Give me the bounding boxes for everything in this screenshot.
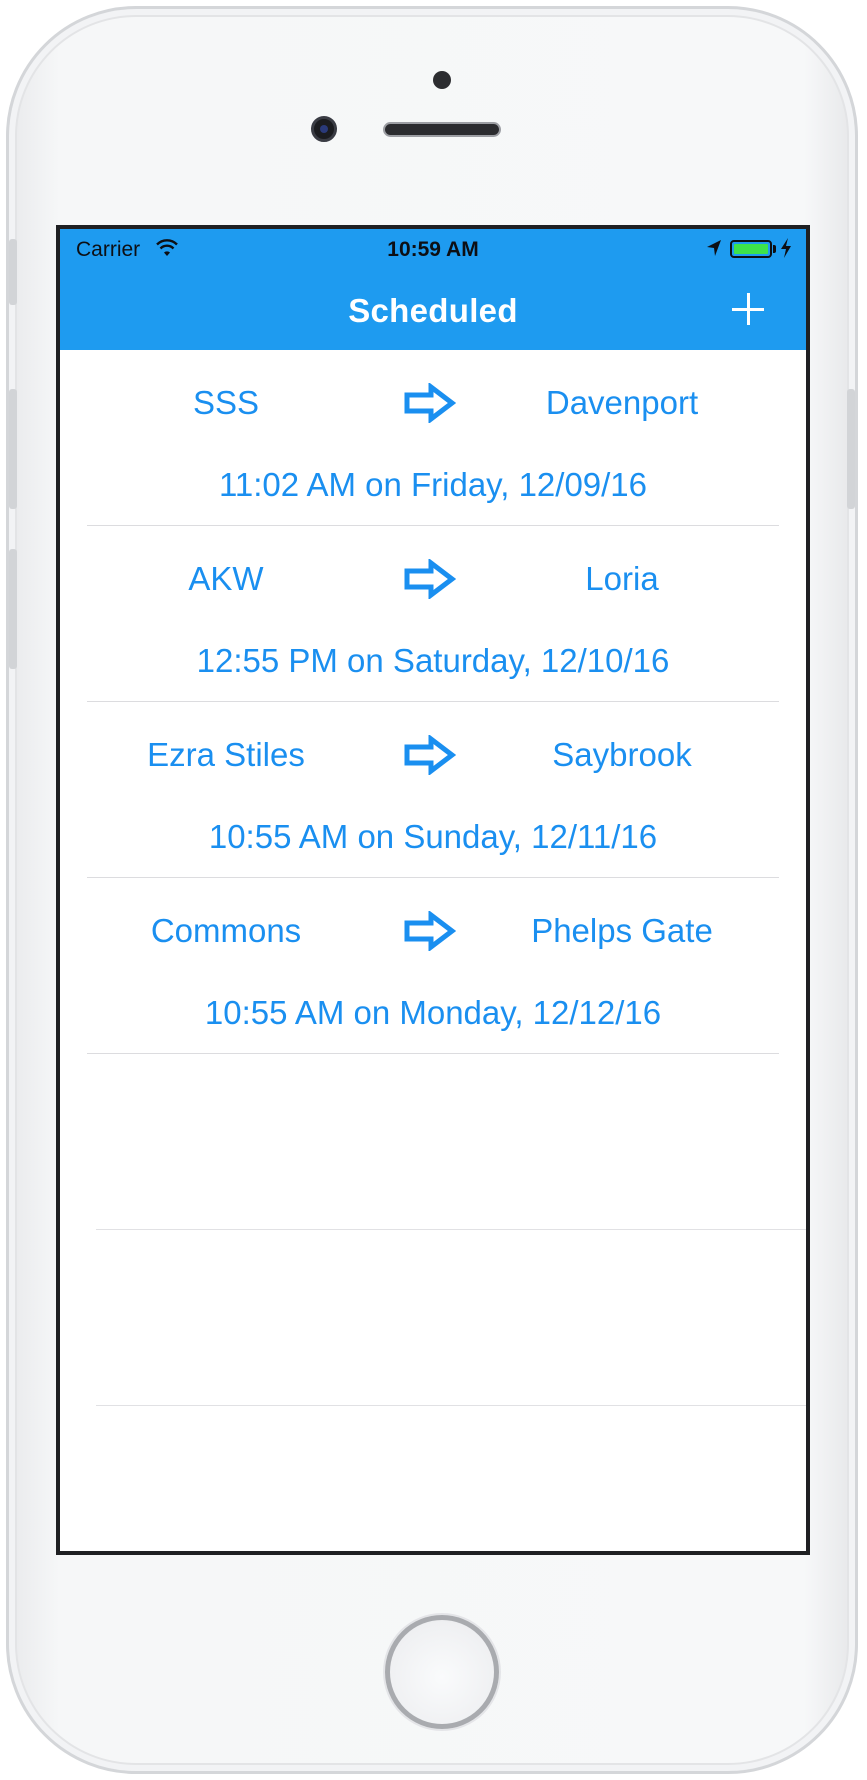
page-title: Scheduled — [348, 292, 518, 329]
ride-row[interactable]: Ezra Stiles Saybrook 10:55 AM on Sunday,… — [60, 702, 806, 878]
ride-destination: Saybrook — [552, 736, 692, 773]
earpiece-speaker — [383, 122, 501, 137]
ride-origin: SSS — [192, 384, 260, 421]
ride-destination: Loria — [585, 560, 659, 597]
ride-datetime: 11:02 AM on Friday, 12/09/16 — [218, 466, 648, 503]
battery-icon — [730, 240, 772, 258]
home-button[interactable] — [385, 1615, 499, 1729]
front-camera — [311, 116, 337, 142]
volume-down-button — [9, 549, 17, 669]
scheduled-rides-list: SSS Davenport 11:02 AM on Friday, 12/09/… — [60, 350, 806, 1406]
charging-bolt-icon — [781, 238, 791, 258]
battery-tip — [773, 245, 776, 253]
status-time: 10:59 AM — [387, 238, 479, 261]
location-arrow-icon — [707, 240, 721, 256]
status-bar: Carrier 10:59 AM — [60, 229, 806, 269]
ride-datetime: 10:55 AM on Monday, 12/12/16 — [204, 994, 662, 1031]
ride-row[interactable]: AKW Loria 12:55 PM on Saturday, 12/10/16 — [60, 526, 806, 702]
mute-switch — [9, 239, 17, 305]
arrow-right-icon — [404, 383, 456, 423]
row-divider — [96, 1405, 806, 1406]
add-ride-button[interactable] — [726, 287, 770, 331]
volume-up-button — [9, 389, 17, 509]
proximity-sensor — [433, 71, 451, 89]
ride-destination: Davenport — [545, 384, 699, 421]
ride-destination: Phelps Gate — [531, 912, 713, 949]
navigation-bar: Scheduled — [60, 269, 806, 350]
ride-origin: Ezra Stiles — [147, 736, 305, 773]
empty-row — [60, 1054, 806, 1230]
ride-datetime: 10:55 AM on Sunday, 12/11/16 — [208, 818, 658, 855]
power-button — [847, 389, 855, 509]
arrow-right-icon — [404, 559, 456, 599]
ride-datetime: 12:55 PM on Saturday, 12/10/16 — [196, 642, 670, 679]
ride-origin: AKW — [188, 560, 264, 597]
arrow-right-icon — [404, 911, 456, 951]
app-screen: Carrier 10:59 AM Scheduled SSS Davenport — [56, 225, 810, 1555]
empty-row — [60, 1230, 806, 1406]
ride-row[interactable]: Commons Phelps Gate 10:55 AM on Monday, … — [60, 878, 806, 1054]
arrow-right-icon — [404, 735, 456, 775]
ride-row[interactable]: SSS Davenport 11:02 AM on Friday, 12/09/… — [60, 350, 806, 526]
ride-origin: Commons — [150, 912, 302, 949]
